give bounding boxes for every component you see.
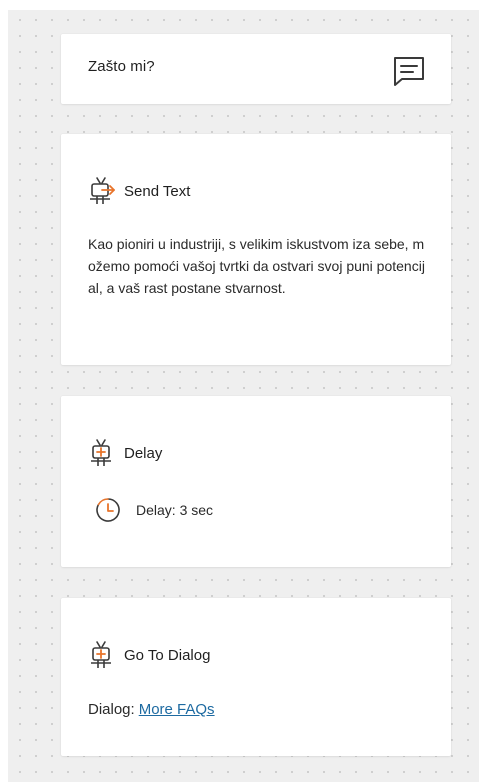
delay-value: Delay: 3 sec [136, 502, 214, 518]
card-title: Zašto mi? [88, 58, 155, 75]
delay-header: Delay [88, 438, 162, 468]
title-card[interactable]: Zašto mi? [61, 34, 451, 104]
goto-dialog-title: Go To Dialog [124, 646, 211, 664]
dialog-target: Dialog: More FAQs [88, 701, 215, 718]
dialog-link[interactable]: More FAQs [139, 701, 215, 718]
delay-setting: Delay: 3 sec [94, 496, 213, 524]
comment-icon[interactable] [391, 54, 427, 88]
delay-node-icon [91, 439, 111, 466]
goto-dialog-node[interactable]: Go To Dialog Dialog: More FAQs [61, 598, 451, 756]
send-text-title: Send Text [124, 182, 191, 200]
send-text-node[interactable]: Send Text Kao pioniri u industriji, s ve… [61, 134, 451, 365]
delay-node[interactable]: Delay Delay: 3 sec [61, 396, 451, 567]
clock-icon [96, 498, 120, 522]
flow-canvas[interactable]: Zašto mi? Send Text Kao pioniri u indust… [8, 10, 479, 782]
dialog-label: Dialog: [88, 701, 135, 718]
send-text-node-icon [90, 177, 115, 204]
goto-dialog-header: Go To Dialog [88, 640, 210, 670]
send-text-message: Kao pioniri u industriji, s velikim isku… [88, 236, 425, 296]
delay-title: Delay [124, 444, 163, 462]
send-text-header: Send Text [88, 176, 190, 206]
goto-dialog-node-icon [91, 641, 111, 668]
